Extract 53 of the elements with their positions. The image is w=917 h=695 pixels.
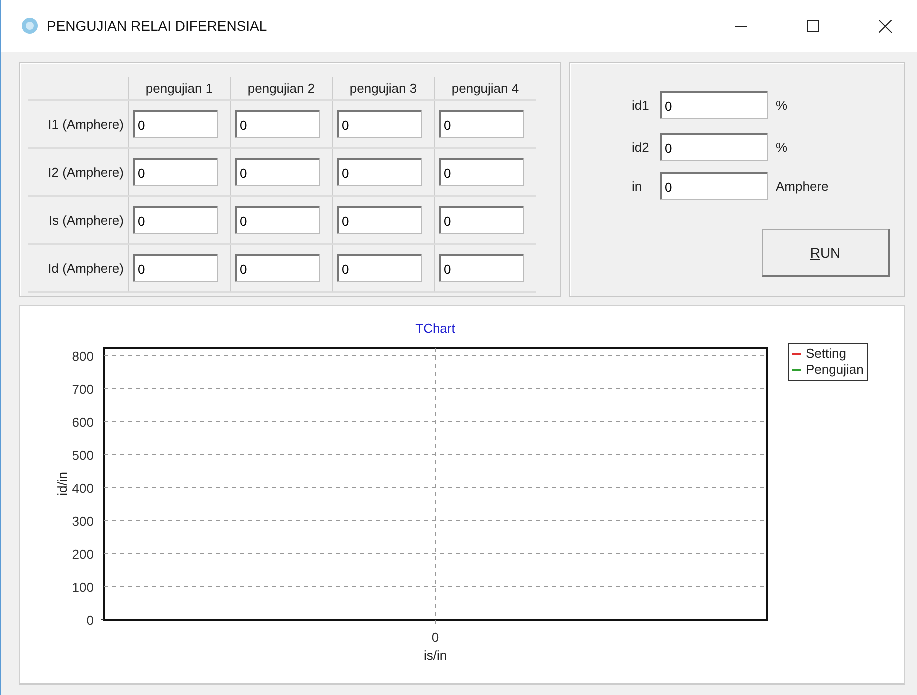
row-label: I1 (Amphere) (28, 101, 128, 149)
field-label: id1 (632, 98, 650, 112)
y-tick-label: 500 (72, 448, 94, 463)
input-field[interactable]: 0 (235, 254, 320, 282)
input-field[interactable]: 0 (660, 133, 768, 161)
column-header: pengujian 4 (434, 77, 536, 101)
y-tick-label: 200 (72, 547, 94, 562)
input-field[interactable]: 0 (337, 110, 422, 138)
input-field[interactable]: 0 (439, 110, 524, 138)
input-field[interactable]: 0 (660, 172, 768, 200)
y-tick-label: 800 (72, 349, 94, 364)
column-header: pengujian 3 (332, 77, 434, 101)
chart-title: TChart (416, 321, 456, 336)
input-field[interactable]: 0 (439, 206, 524, 234)
unit-label: % (776, 98, 788, 112)
run-button[interactable]: RUN (762, 229, 890, 277)
column-header: pengujian 2 (230, 77, 332, 101)
maximize-icon (807, 20, 819, 32)
input-field[interactable]: 0 (337, 158, 422, 186)
field-label: in (632, 178, 644, 194)
input-field[interactable]: 0 (439, 158, 524, 186)
app-icon (21, 17, 39, 35)
y-tick-label: 400 (72, 481, 94, 496)
field-label: id2 (632, 140, 650, 154)
unit-label: % (776, 140, 788, 154)
y-tick-label: 600 (72, 415, 94, 430)
y-tick-label: 700 (72, 382, 94, 397)
y-tick-label: 100 (72, 580, 94, 595)
y-tick-label: 300 (72, 514, 94, 529)
input-field[interactable]: 0 (235, 206, 320, 234)
column-header: pengujian 1 (128, 77, 230, 101)
row-label: Is (Amphere) (28, 197, 128, 245)
input-field[interactable]: 0 (439, 254, 524, 282)
window-title: PENGUJIAN RELAI DIFERENSIAL (47, 18, 268, 34)
y-tick-label: 0 (86, 613, 94, 628)
input-field[interactable]: 0 (235, 110, 320, 138)
legend-label: Setting (806, 346, 846, 362)
input-field[interactable]: 0 (337, 254, 422, 282)
row-label: Id (Amphere) (28, 245, 128, 293)
close-icon (878, 20, 892, 32)
input-field[interactable]: 0 (337, 206, 422, 234)
row-label: I2 (Amphere) (28, 149, 128, 197)
unit-label: Amphere (776, 178, 829, 194)
x-axis-title: is/in (424, 648, 448, 663)
input-field[interactable]: 0 (235, 158, 320, 186)
input-field[interactable]: 0 (660, 91, 768, 119)
input-field[interactable]: 0 (133, 206, 218, 234)
y-axis-title: id/in (55, 472, 70, 496)
x-tick-label: 0 (432, 630, 440, 645)
input-field[interactable]: 0 (133, 158, 218, 186)
input-field[interactable]: 0 (133, 110, 218, 138)
legend-label: Pengujian (806, 362, 864, 378)
input-field[interactable]: 0 (133, 254, 218, 282)
